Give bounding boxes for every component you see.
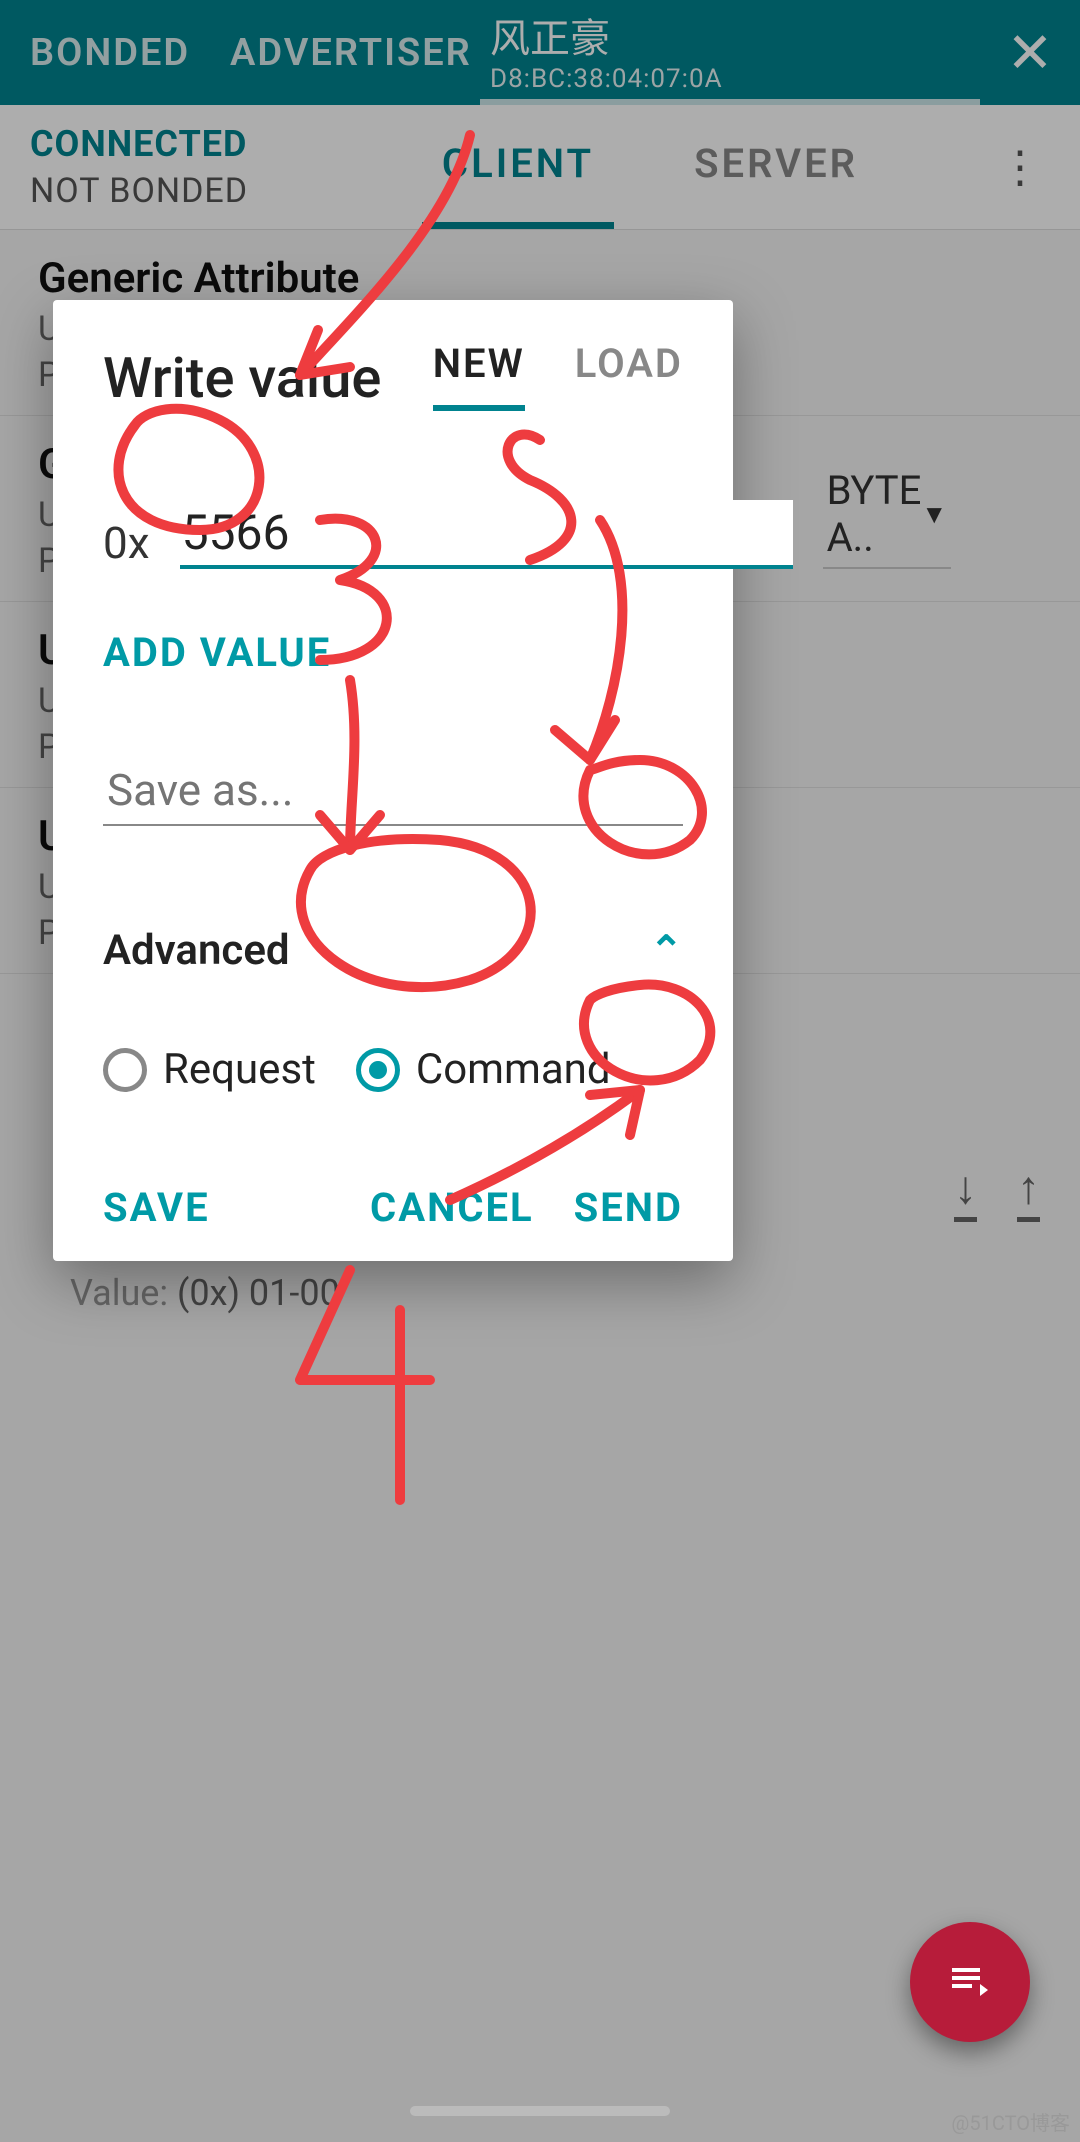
radio-request-label: Request bbox=[163, 1045, 316, 1094]
type-label: BYTE A.. bbox=[827, 467, 922, 561]
dialog-tab-new[interactable]: NEW bbox=[433, 340, 525, 411]
dialog-tabs: NEW LOAD bbox=[433, 340, 683, 411]
log-icon bbox=[946, 1958, 994, 2006]
radio-request[interactable]: Request bbox=[103, 1045, 316, 1094]
cancel-button[interactable]: CANCEL bbox=[370, 1184, 534, 1231]
dropdown-caret-icon: ▼ bbox=[921, 499, 947, 530]
add-value-button[interactable]: ADD VALUE bbox=[103, 629, 683, 676]
log-fab[interactable] bbox=[910, 1922, 1030, 2042]
value-input[interactable] bbox=[180, 500, 793, 569]
write-value-dialog: Write value NEW LOAD 0x BYTE A.. ▼ ADD V… bbox=[53, 300, 733, 1261]
send-button[interactable]: SEND bbox=[574, 1184, 683, 1231]
download-icon[interactable]: ↓ bbox=[954, 1160, 977, 1222]
home-indicator bbox=[410, 2106, 670, 2116]
descriptor-value: Value: (0x) 01-00 bbox=[70, 1272, 1010, 1314]
chevron-up-icon: ⌃ bbox=[649, 927, 683, 974]
screen: BONDED ADVERTISER 风正豪 D8:BC:38:04:07:0A … bbox=[0, 0, 1080, 2142]
write-type-radios: Request Command bbox=[103, 1045, 683, 1094]
radio-circle-selected-icon bbox=[356, 1048, 400, 1092]
advanced-label: Advanced bbox=[103, 926, 290, 975]
type-select[interactable]: BYTE A.. ▼ bbox=[823, 461, 952, 569]
dialog-actions: SAVE CANCEL SEND bbox=[103, 1184, 683, 1231]
upload-icon[interactable]: ↑ bbox=[1017, 1160, 1040, 1222]
radio-circle-icon bbox=[103, 1048, 147, 1092]
characteristic-actions: ↓ ↑ bbox=[954, 1160, 1040, 1222]
save-as-input[interactable] bbox=[103, 756, 683, 826]
radio-command[interactable]: Command bbox=[356, 1045, 611, 1094]
value-input-row: 0x BYTE A.. ▼ bbox=[103, 461, 683, 569]
save-button[interactable]: SAVE bbox=[103, 1184, 210, 1231]
advanced-row[interactable]: Advanced ⌃ bbox=[103, 926, 683, 975]
radio-command-label: Command bbox=[416, 1045, 611, 1094]
dialog-header: Write value NEW LOAD bbox=[103, 340, 683, 411]
dialog-tab-load[interactable]: LOAD bbox=[575, 340, 683, 411]
watermark: @51CTO博客 bbox=[951, 2107, 1070, 2136]
hex-prefix: 0x bbox=[103, 517, 150, 569]
dialog-title: Write value bbox=[103, 345, 403, 411]
